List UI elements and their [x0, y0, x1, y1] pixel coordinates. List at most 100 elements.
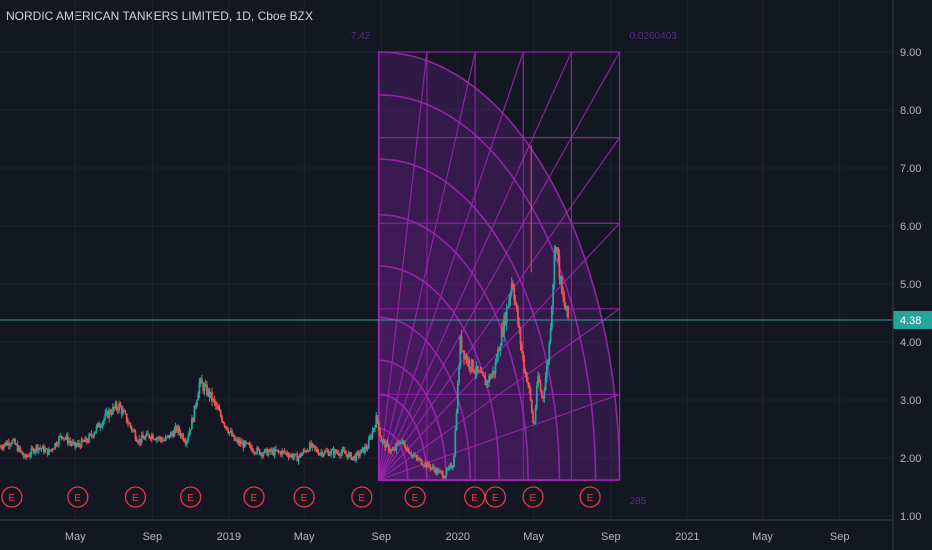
candle-body — [93, 433, 95, 437]
candle-body — [78, 443, 80, 445]
candle-body — [164, 437, 167, 441]
candle-body — [560, 276, 563, 294]
candle-body — [44, 449, 47, 453]
candle-body — [213, 398, 216, 402]
candle-body — [407, 448, 410, 454]
candle-body — [453, 455, 455, 468]
x-tick-label: May — [65, 531, 86, 543]
candle-body — [400, 442, 403, 444]
candle-body — [313, 445, 316, 449]
candle-body — [342, 449, 345, 451]
candle-body — [402, 440, 405, 444]
candle-body — [223, 423, 226, 426]
fib-label-top-left: 7.42 — [351, 31, 371, 42]
price-chart[interactable]: 7.42 0.0260403 285 4.38 E E E E E E E E E E E E 9.00 8… — [0, 0, 932, 550]
candle-body — [90, 433, 93, 436]
candle-body — [301, 453, 304, 457]
candle-body — [371, 430, 374, 438]
candle-body — [58, 437, 60, 445]
earnings-label: E — [587, 493, 594, 504]
candle-body — [554, 247, 557, 255]
earnings-label: E — [132, 493, 139, 504]
candle-body — [351, 457, 354, 460]
candle-body — [103, 418, 105, 422]
candle-body — [359, 453, 361, 456]
candle-body — [525, 372, 528, 382]
fib-label-top-right: 0.0260403 — [630, 31, 678, 42]
candle-body — [553, 254, 556, 285]
earnings-label: E — [8, 493, 15, 504]
candle-body — [196, 400, 198, 407]
candle-body — [355, 452, 358, 461]
candle-body — [518, 324, 521, 329]
candle-body — [538, 375, 541, 383]
earnings-label: E — [471, 493, 478, 504]
candle-body — [318, 453, 321, 455]
x-tick-label: Sep — [143, 531, 163, 543]
candle-body — [420, 459, 423, 465]
candle-body — [127, 422, 129, 424]
candle-body — [440, 471, 443, 473]
candle-body — [547, 361, 549, 366]
candle-body — [187, 436, 190, 441]
candle-body — [173, 429, 176, 437]
earnings-label: E — [74, 493, 81, 504]
candle-body — [513, 288, 516, 300]
x-tick-label: Sep — [830, 531, 850, 543]
candle-body — [217, 406, 220, 410]
candle-body — [288, 455, 291, 458]
candle-body — [203, 385, 206, 392]
candle-body — [446, 469, 449, 471]
candle-body — [444, 475, 447, 479]
candle-body — [159, 436, 162, 440]
candle-body — [286, 452, 289, 456]
candle-body — [497, 349, 499, 361]
candle-body — [56, 444, 59, 446]
candle-body — [345, 453, 348, 455]
candle-body — [563, 297, 566, 306]
candle-body — [508, 298, 511, 307]
candle-body — [251, 448, 253, 452]
candle-body — [527, 381, 529, 384]
candle-body — [533, 422, 536, 424]
candle-body — [11, 440, 14, 444]
candle-body — [494, 362, 497, 374]
y-tick-label: 6.00 — [900, 221, 921, 233]
candle-body — [193, 405, 196, 422]
candle-body — [558, 254, 561, 280]
candle-body — [2, 445, 5, 449]
candle-body — [455, 413, 458, 430]
earnings-label: E — [187, 493, 194, 504]
candle-body — [218, 409, 221, 411]
fib-speed-resistance-arcs: 7.42 0.0260403 285 — [351, 31, 678, 507]
candle-body — [473, 371, 475, 373]
candle-body — [539, 382, 542, 391]
candle-body — [433, 466, 435, 470]
x-tick-label: 2021 — [675, 531, 699, 543]
x-tick-label: May — [752, 531, 773, 543]
candle-body — [147, 433, 149, 435]
y-tick-label: 3.00 — [900, 395, 921, 407]
candle-body — [428, 462, 430, 467]
last-price-label: 4.38 — [900, 315, 921, 327]
candle-body — [330, 450, 333, 454]
candle-body — [64, 438, 67, 440]
candle-body — [201, 378, 203, 384]
candle-body — [519, 328, 522, 344]
candle-body — [198, 381, 201, 395]
candle-body — [522, 351, 524, 360]
candle-body — [214, 401, 217, 406]
x-tick-label: 2020 — [446, 531, 470, 543]
candle-body — [532, 412, 534, 423]
candle-body — [528, 383, 531, 389]
candle-body — [344, 450, 346, 454]
candle-body — [395, 443, 398, 450]
candle-body — [387, 444, 390, 451]
candle-body — [549, 328, 552, 342]
candle-body — [430, 467, 433, 469]
candle-body — [505, 307, 508, 324]
candle-body — [226, 426, 228, 431]
candle-body — [178, 427, 181, 433]
candle-body — [445, 469, 448, 476]
candle-body — [129, 423, 132, 427]
